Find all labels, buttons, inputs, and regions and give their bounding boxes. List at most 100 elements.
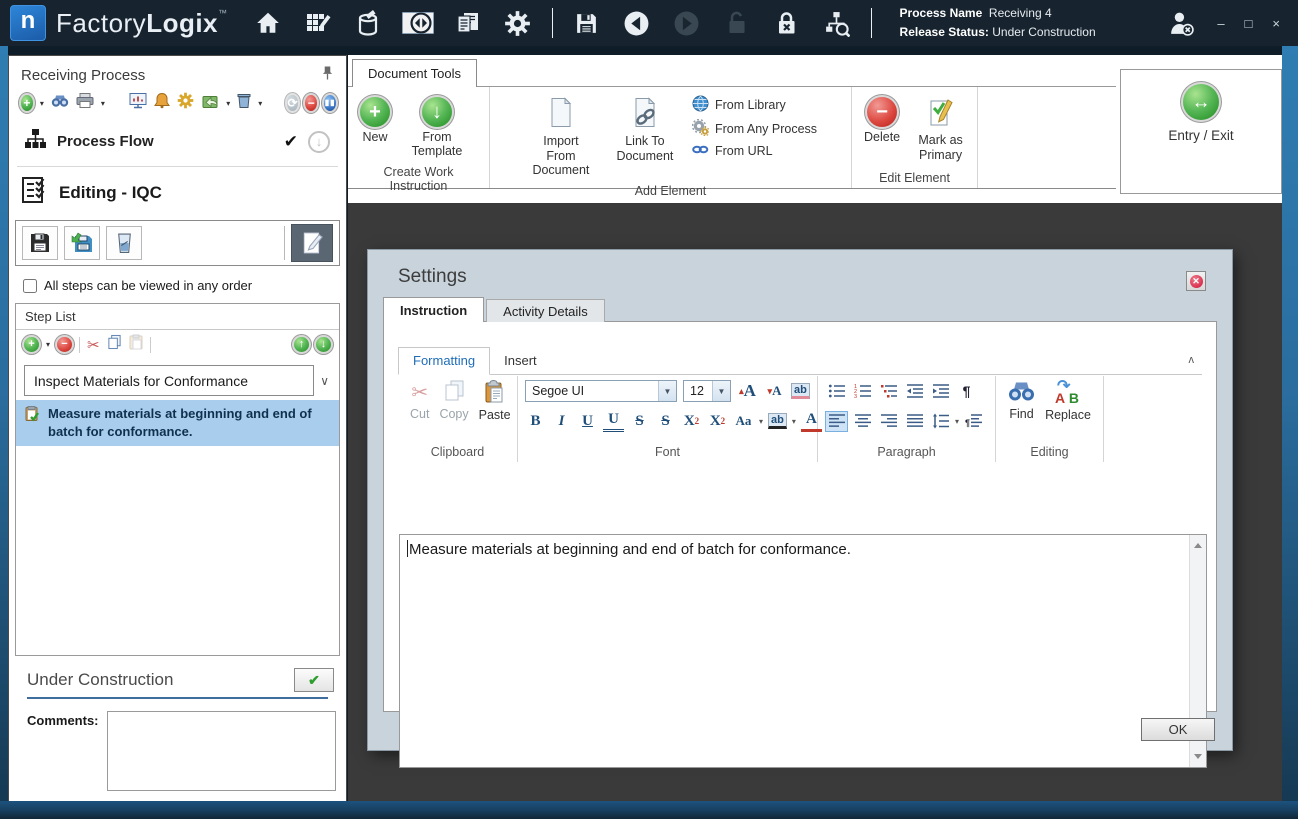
cut-button[interactable]: ✂ Cut xyxy=(405,376,434,422)
clear-formatting-button[interactable]: ab xyxy=(791,383,810,399)
move-step-down-icon[interactable]: ↓ xyxy=(316,337,331,352)
home-icon[interactable] xyxy=(252,7,284,39)
find-button[interactable]: Find xyxy=(1003,376,1040,422)
italic-button[interactable]: I xyxy=(551,410,572,432)
step-list-item-selected[interactable]: Measure materials at beginning and end o… xyxy=(16,400,339,447)
replace-button[interactable]: ↷ A B Replace xyxy=(1040,376,1096,422)
export-process-icon[interactable] xyxy=(201,92,219,114)
add-icon[interactable]: + xyxy=(21,95,33,111)
strikethrough-button[interactable]: S xyxy=(629,410,650,432)
unlock-icon[interactable] xyxy=(721,7,753,39)
tab-formatting[interactable]: Formatting xyxy=(398,347,491,375)
highlight-color-button[interactable]: ab xyxy=(768,413,787,429)
find-icon[interactable] xyxy=(51,93,69,113)
maximize-button[interactable]: □ xyxy=(1245,16,1253,31)
underline-button[interactable]: U xyxy=(577,410,598,432)
tab-activity-details[interactable]: Activity Details xyxy=(486,299,605,322)
edit-work-instruction-button[interactable] xyxy=(291,224,333,262)
add-step-dropdown-icon[interactable]: ▾ xyxy=(46,340,50,349)
process-flow-row[interactable]: Process Flow ✔ ↓ xyxy=(17,123,338,167)
bullet-list-icon[interactable] xyxy=(825,381,848,402)
forward-icon[interactable] xyxy=(671,7,703,39)
stage-row[interactable]: Editing - IQC xyxy=(9,167,346,216)
paste-button[interactable]: Paste xyxy=(474,376,516,422)
logout-user-icon[interactable] xyxy=(1165,7,1197,39)
paragraph-indent-icon[interactable]: ¶ xyxy=(962,411,985,432)
align-center-icon[interactable] xyxy=(851,411,874,432)
pilcrow-icon[interactable]: ¶ xyxy=(955,381,978,402)
tab-instruction[interactable]: Instruction xyxy=(383,297,485,322)
link-to-document-button[interactable]: Link To Document xyxy=(608,93,682,167)
back-icon[interactable] xyxy=(621,7,653,39)
delete-dropdown-icon[interactable]: ▾ xyxy=(258,99,262,108)
save-document-button[interactable] xyxy=(22,226,58,260)
alert-bell-icon[interactable] xyxy=(154,92,171,114)
increase-indent-icon[interactable] xyxy=(929,381,952,402)
inventory-icon[interactable] xyxy=(352,7,384,39)
process-settings-gear-icon[interactable] xyxy=(177,92,194,114)
dashboard-icon[interactable] xyxy=(129,92,147,114)
grow-font-button[interactable]: ▴ A xyxy=(737,380,758,402)
double-underline-button[interactable]: U xyxy=(603,410,624,432)
copy-button[interactable]: Copy xyxy=(434,376,473,422)
scroll-down-icon[interactable] xyxy=(1194,754,1202,763)
step-name-input[interactable]: Inspect Materials for Conformance xyxy=(24,365,315,396)
schedule-edit-icon[interactable] xyxy=(302,7,334,39)
process-search-icon[interactable] xyxy=(821,7,853,39)
bold-button[interactable]: B xyxy=(525,410,546,432)
justify-icon[interactable] xyxy=(903,411,926,432)
numbered-list-icon[interactable]: 123 xyxy=(851,381,874,402)
from-library-item[interactable]: From Library xyxy=(692,95,817,115)
export-dropdown-icon[interactable]: ▾ xyxy=(226,99,230,108)
save-icon[interactable] xyxy=(571,7,603,39)
close-button[interactable]: × xyxy=(1272,16,1280,31)
add-dropdown-icon[interactable]: ▾ xyxy=(40,99,44,108)
from-any-process-item[interactable]: From Any Process xyxy=(691,118,817,139)
mark-as-primary-button[interactable]: Mark as Primary xyxy=(910,93,971,166)
import-from-document-button[interactable]: Import From Document xyxy=(524,93,598,182)
paste-step-icon[interactable] xyxy=(129,334,143,355)
entry-exit-button[interactable]: ↔ Entry / Exit xyxy=(1121,84,1281,143)
print-dropdown-icon[interactable]: ▾ xyxy=(101,99,105,108)
font-size-select[interactable]: 12 ▼ xyxy=(683,380,731,402)
line-spacing-dropdown-icon[interactable]: ▾ xyxy=(955,417,959,426)
highlight-dropdown-icon[interactable]: ▾ xyxy=(792,417,796,426)
change-case-dropdown-icon[interactable]: ▾ xyxy=(759,417,763,426)
documents-icon[interactable] xyxy=(452,7,484,39)
align-right-icon[interactable] xyxy=(877,411,900,432)
add-step-icon[interactable]: + xyxy=(24,337,39,352)
settings-gear-icon[interactable] xyxy=(502,7,534,39)
font-family-select[interactable]: Segoe UI ▼ xyxy=(525,380,677,402)
discard-glass-button[interactable] xyxy=(106,226,142,260)
approve-status-button[interactable]: ✔ xyxy=(294,668,334,692)
dialog-close-button[interactable]: ✕ xyxy=(1186,271,1206,291)
scroll-up-icon[interactable] xyxy=(1194,539,1202,548)
from-url-item[interactable]: From URL xyxy=(692,143,817,159)
ok-button[interactable]: OK xyxy=(1141,718,1215,741)
lock-close-icon[interactable] xyxy=(771,7,803,39)
from-template-button[interactable]: ↓ From Template xyxy=(400,93,474,163)
comments-textarea[interactable] xyxy=(106,711,336,791)
process-navigator-icon[interactable] xyxy=(401,12,434,34)
pause-icon[interactable]: ▮▮ xyxy=(324,95,336,111)
any-order-checkbox[interactable] xyxy=(23,278,37,293)
copy-step-icon[interactable] xyxy=(107,334,122,355)
multilevel-list-icon[interactable] xyxy=(877,381,900,402)
collapse-ribbon-icon[interactable]: ᴧ xyxy=(1189,354,1195,366)
align-left-icon[interactable] xyxy=(825,410,848,432)
refresh-icon[interactable]: ⟳ xyxy=(286,95,299,111)
step-name-expander-icon[interactable]: ∨ xyxy=(320,374,333,388)
import-document-button[interactable] xyxy=(64,226,100,260)
delete-process-icon[interactable] xyxy=(237,92,251,114)
tab-insert[interactable]: Insert xyxy=(490,348,551,374)
cut-step-icon[interactable]: ✂ xyxy=(87,336,100,354)
delete-element-button[interactable]: − Delete xyxy=(858,93,906,148)
shrink-font-button[interactable]: ▾ A xyxy=(764,380,785,402)
decrease-indent-icon[interactable] xyxy=(903,381,926,402)
pin-icon[interactable] xyxy=(321,65,334,85)
move-step-up-icon[interactable]: ↑ xyxy=(294,337,309,352)
print-icon[interactable] xyxy=(76,92,94,114)
instruction-editor[interactable]: Measure materials at beginning and end o… xyxy=(399,534,1207,768)
change-case-button[interactable]: Aa xyxy=(733,410,754,432)
collapse-circle-icon[interactable]: ↓ xyxy=(308,130,330,153)
